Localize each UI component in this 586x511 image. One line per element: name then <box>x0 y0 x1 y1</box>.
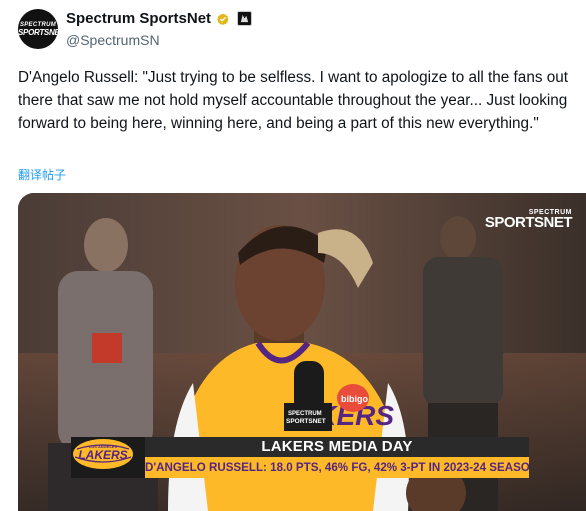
tweet-text: D'Angelo Russell: "Just trying to be sel… <box>18 69 568 132</box>
affiliate-badge-icon[interactable] <box>237 11 253 26</box>
logo-text: LAKERS <box>78 448 127 462</box>
tweet: SPECTRUM SPORTSNET Spectrum SportsNet @S… <box>0 0 586 511</box>
mic-flag-top: SPECTRUM <box>288 411 322 417</box>
media-image[interactable]: AKERS bibigo SPECTRUM SPORTSNET SPECTRUM… <box>18 193 586 511</box>
translate-post-link[interactable]: 翻译帖子 <box>18 166 66 183</box>
handle[interactable]: @SpectrumSN <box>66 32 160 48</box>
lakers-logo: LOS ANGELES LAKERS <box>71 437 145 478</box>
mic-flag-bottom: SPORTSNET <box>286 418 326 425</box>
lower-third: LOS ANGELES LAKERS LAKERS MEDIA DAY D'AN… <box>71 437 529 478</box>
watermark-bottom: SPORTSNET <box>484 214 573 231</box>
display-name[interactable]: Spectrum SportsNet <box>66 10 211 27</box>
jersey-patch: bibigo <box>341 394 368 404</box>
broadcast-watermark: SPECTRUM SPORTSNET <box>484 209 573 231</box>
verified-badge-icon[interactable] <box>215 11 231 27</box>
author-name-row: Spectrum SportsNet <box>66 10 253 27</box>
avatar[interactable]: SPECTRUM SPORTSNET <box>18 9 58 49</box>
lower-third-stats: D'ANGELO RUSSELL: 18.0 PTS, 46% FG, 42% … <box>145 457 529 478</box>
avatar-logo-bottom: SPORTSNET <box>18 28 58 37</box>
lakers-logo-icon: LOS ANGELES LAKERS <box>73 439 133 469</box>
lower-third-title: LAKERS MEDIA DAY <box>145 437 529 457</box>
